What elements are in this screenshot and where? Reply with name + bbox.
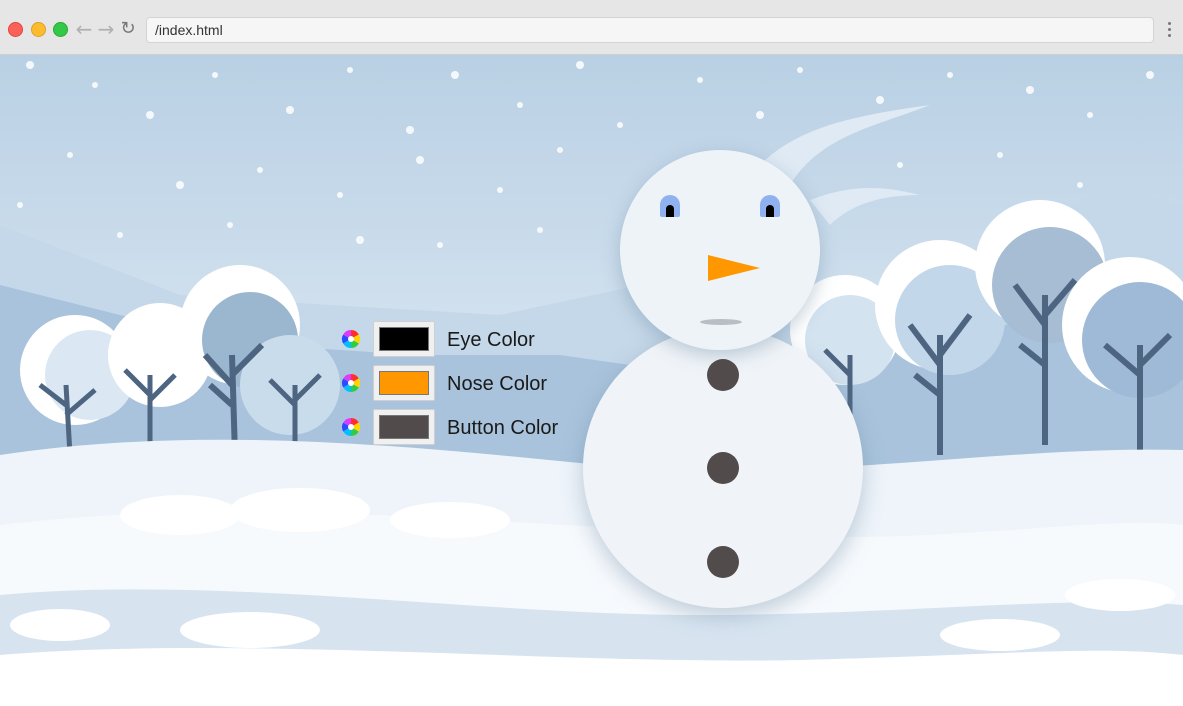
- nose-color-picker[interactable]: [373, 365, 435, 401]
- eye-color-label: Eye Color: [447, 329, 535, 351]
- close-window-button[interactable]: [8, 22, 23, 37]
- reload-icon[interactable]: ↻: [118, 18, 138, 40]
- left-pupil: [666, 205, 674, 217]
- snowman-left-eye: [660, 195, 680, 217]
- nose-color-swatch: [379, 371, 429, 395]
- snowman-button: [707, 546, 739, 578]
- minimize-window-button[interactable]: [31, 22, 46, 37]
- page-viewport: Eye Color Nose Color Button Color: [0, 55, 1183, 706]
- browser-toolbar: ← → ↻ /index.html: [0, 0, 1183, 55]
- eye-color-swatch: [379, 327, 429, 351]
- snowman-right-eye: [760, 195, 780, 217]
- eye-color-picker[interactable]: [373, 321, 435, 357]
- snowman-button: [707, 359, 739, 391]
- color-wheel-icon: [341, 373, 361, 393]
- button-color-control: Button Color: [340, 409, 580, 453]
- eye-color-control: Eye Color: [340, 321, 580, 365]
- color-wheel-icon: [341, 329, 361, 349]
- right-pupil: [766, 205, 774, 217]
- snowman-mouth: [700, 319, 742, 325]
- kebab-menu-icon[interactable]: [1163, 19, 1175, 41]
- snowman-button: [707, 452, 739, 484]
- arrow-left-icon[interactable]: ←: [74, 18, 94, 40]
- maximize-window-button[interactable]: [53, 22, 68, 37]
- button-color-label: Button Color: [447, 417, 559, 439]
- nose-color-control: Nose Color: [340, 365, 580, 409]
- arrow-right-icon[interactable]: →: [96, 18, 116, 40]
- nose-color-label: Nose Color: [447, 373, 548, 395]
- address-bar[interactable]: /index.html: [146, 17, 1154, 43]
- snowman-nose: [708, 255, 760, 281]
- button-color-picker[interactable]: [373, 409, 435, 445]
- color-wheel-icon: [341, 417, 361, 437]
- winter-background: [0, 55, 1183, 706]
- button-color-swatch: [379, 415, 429, 439]
